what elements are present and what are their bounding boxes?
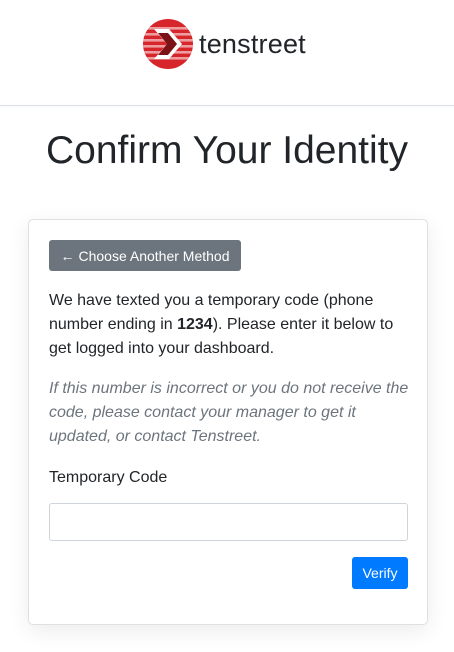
temporary-code-label: Temporary Code bbox=[49, 469, 168, 486]
phone-last-digits: 1234 bbox=[177, 316, 213, 333]
main-content: Confirm Your Identity ← Choose Another M… bbox=[0, 107, 454, 652]
choose-another-method-button[interactable]: ← Choose Another Method bbox=[49, 240, 241, 271]
tenstreet-logo[interactable]: tenstreet bbox=[142, 18, 306, 70]
help-note: If this number is incorrect or you do no… bbox=[49, 380, 409, 445]
code-sent-message: We have texted you a temporary code (pho… bbox=[49, 289, 411, 361]
verification-card: ← Choose Another Method We have texted y… bbox=[28, 219, 428, 625]
choose-another-method-label: Choose Another Method bbox=[78, 247, 230, 264]
arrow-left-icon: ← bbox=[60, 247, 75, 264]
page-title: Confirm Your Identity bbox=[45, 129, 409, 172]
logo-wordmark: tenstreet bbox=[199, 28, 306, 59]
temporary-code-input[interactable] bbox=[49, 503, 408, 541]
verify-button[interactable]: Verify bbox=[352, 557, 408, 589]
tenstreet-logo-icon bbox=[143, 19, 193, 69]
site-header: tenstreet bbox=[0, 0, 454, 106]
